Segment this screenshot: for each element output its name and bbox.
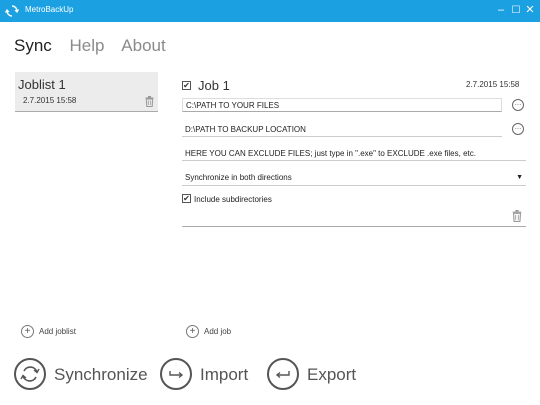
add-job-label: Add job	[204, 327, 232, 336]
sync-direction-value: Synchronize in both directions	[185, 173, 292, 182]
exclude-field[interactable]: HERE YOU CAN EXCLUDE FILES; just type in…	[182, 147, 526, 161]
delete-job-trash-icon[interactable]	[512, 209, 522, 227]
tab-sync[interactable]: Sync	[14, 36, 52, 55]
minimize-button[interactable]: –	[495, 4, 507, 17]
job-enabled-checkbox[interactable]: ✔	[182, 81, 191, 90]
joblist-name: Joblist 1	[18, 77, 66, 92]
include-subdirectories-label: Include subdirectories	[194, 195, 272, 204]
browse-destination-button[interactable]: …	[512, 123, 524, 135]
window-title: MetroBackUp	[25, 5, 74, 14]
plus-icon: +	[21, 325, 34, 338]
import-label: Import	[200, 365, 249, 384]
plus-icon: +	[186, 325, 199, 338]
job-title: Job 1	[198, 78, 230, 93]
import-icon	[160, 358, 192, 390]
close-button[interactable]: ✕	[524, 4, 536, 17]
tab-about[interactable]: About	[121, 36, 165, 55]
browse-source-button[interactable]: …	[512, 99, 524, 111]
tab-help[interactable]: Help	[70, 36, 105, 55]
source-path-field[interactable]: C:\PATH TO YOUR FILES	[182, 98, 502, 112]
sync-direction-select[interactable]: Synchronize in both directions ▼	[182, 171, 526, 186]
job-date: 2.7.2015 15:58	[466, 80, 520, 89]
maximize-button[interactable]: ☐	[510, 4, 522, 17]
title-bar: MetroBackUp – ☐ ✕	[0, 0, 540, 22]
job-divider	[182, 226, 526, 227]
include-subdirectories-checkbox[interactable]: ✔	[182, 194, 191, 203]
add-joblist-label: Add joblist	[39, 327, 76, 336]
main-nav: Sync Help About	[14, 36, 179, 56]
chevron-down-icon: ▼	[516, 174, 523, 181]
delete-joblist-trash-icon[interactable]	[145, 94, 154, 112]
joblist-date: 2.7.2015 15:58	[23, 96, 77, 105]
export-icon	[267, 358, 299, 390]
synchronize-label: Synchronize	[54, 365, 148, 384]
destination-path-field[interactable]: D:\PATH TO BACKUP LOCATION	[182, 123, 502, 137]
sync-icon	[14, 358, 46, 390]
export-label: Export	[307, 365, 357, 384]
sync-app-icon	[4, 4, 20, 18]
joblist-item[interactable]: Joblist 1 2.7.2015 15:58	[15, 72, 158, 112]
